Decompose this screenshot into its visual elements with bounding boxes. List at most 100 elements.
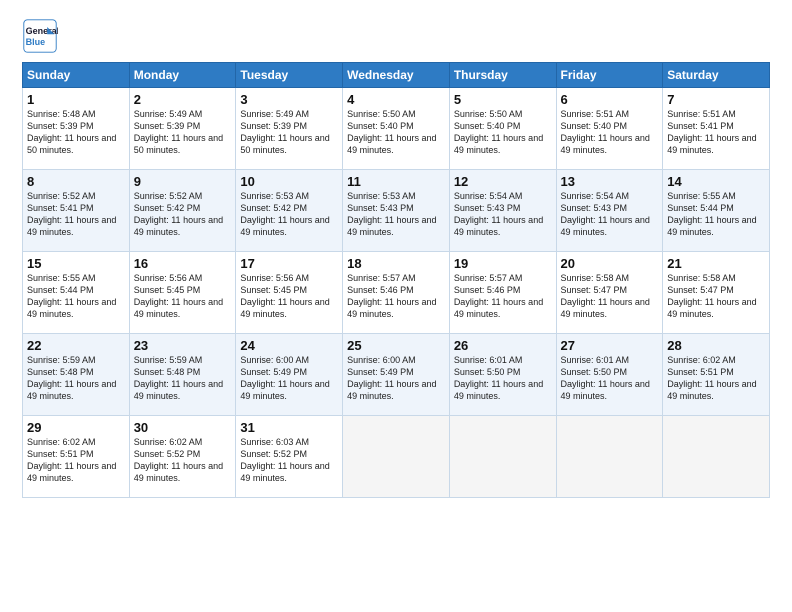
day-info: Sunrise: 5:56 AMSunset: 5:45 PMDaylight:… [240,273,329,319]
day-cell: 6 Sunrise: 5:51 AMSunset: 5:40 PMDayligh… [556,88,663,170]
day-number: 28 [667,338,765,353]
day-info: Sunrise: 5:51 AMSunset: 5:41 PMDaylight:… [667,109,756,155]
day-info: Sunrise: 5:49 AMSunset: 5:39 PMDaylight:… [240,109,329,155]
col-header-sunday: Sunday [23,63,130,88]
day-info: Sunrise: 5:52 AMSunset: 5:41 PMDaylight:… [27,191,116,237]
day-info: Sunrise: 6:01 AMSunset: 5:50 PMDaylight:… [454,355,543,401]
day-info: Sunrise: 6:00 AMSunset: 5:49 PMDaylight:… [347,355,436,401]
day-info: Sunrise: 5:54 AMSunset: 5:43 PMDaylight:… [454,191,543,237]
day-number: 16 [134,256,232,271]
day-number: 27 [561,338,659,353]
week-row-5: 29 Sunrise: 6:02 AMSunset: 5:51 PMDaylig… [23,416,770,498]
day-cell: 29 Sunrise: 6:02 AMSunset: 5:51 PMDaylig… [23,416,130,498]
day-cell: 5 Sunrise: 5:50 AMSunset: 5:40 PMDayligh… [449,88,556,170]
day-cell: 26 Sunrise: 6:01 AMSunset: 5:50 PMDaylig… [449,334,556,416]
day-number: 11 [347,174,445,189]
header: General Blue [22,18,770,54]
day-cell: 20 Sunrise: 5:58 AMSunset: 5:47 PMDaylig… [556,252,663,334]
day-info: Sunrise: 5:52 AMSunset: 5:42 PMDaylight:… [134,191,223,237]
day-cell: 13 Sunrise: 5:54 AMSunset: 5:43 PMDaylig… [556,170,663,252]
day-info: Sunrise: 5:59 AMSunset: 5:48 PMDaylight:… [134,355,223,401]
day-number: 3 [240,92,338,107]
day-cell: 22 Sunrise: 5:59 AMSunset: 5:48 PMDaylig… [23,334,130,416]
day-cell: 17 Sunrise: 5:56 AMSunset: 5:45 PMDaylig… [236,252,343,334]
day-cell: 24 Sunrise: 6:00 AMSunset: 5:49 PMDaylig… [236,334,343,416]
day-info: Sunrise: 5:56 AMSunset: 5:45 PMDaylight:… [134,273,223,319]
logo-icon: General Blue [22,18,58,54]
day-number: 19 [454,256,552,271]
day-cell: 1 Sunrise: 5:48 AMSunset: 5:39 PMDayligh… [23,88,130,170]
logo: General Blue [22,18,58,54]
day-info: Sunrise: 5:55 AMSunset: 5:44 PMDaylight:… [667,191,756,237]
day-number: 31 [240,420,338,435]
day-number: 5 [454,92,552,107]
day-cell: 19 Sunrise: 5:57 AMSunset: 5:46 PMDaylig… [449,252,556,334]
day-number: 17 [240,256,338,271]
day-cell: 10 Sunrise: 5:53 AMSunset: 5:42 PMDaylig… [236,170,343,252]
week-row-1: 1 Sunrise: 5:48 AMSunset: 5:39 PMDayligh… [23,88,770,170]
day-number: 24 [240,338,338,353]
col-header-monday: Monday [129,63,236,88]
day-number: 20 [561,256,659,271]
svg-text:Blue: Blue [26,37,46,47]
day-cell [449,416,556,498]
day-cell: 7 Sunrise: 5:51 AMSunset: 5:41 PMDayligh… [663,88,770,170]
day-info: Sunrise: 5:48 AMSunset: 5:39 PMDaylight:… [27,109,116,155]
day-cell: 28 Sunrise: 6:02 AMSunset: 5:51 PMDaylig… [663,334,770,416]
day-info: Sunrise: 5:50 AMSunset: 5:40 PMDaylight:… [347,109,436,155]
day-info: Sunrise: 6:03 AMSunset: 5:52 PMDaylight:… [240,437,329,483]
day-cell: 12 Sunrise: 5:54 AMSunset: 5:43 PMDaylig… [449,170,556,252]
day-number: 25 [347,338,445,353]
day-number: 18 [347,256,445,271]
day-info: Sunrise: 6:00 AMSunset: 5:49 PMDaylight:… [240,355,329,401]
week-row-4: 22 Sunrise: 5:59 AMSunset: 5:48 PMDaylig… [23,334,770,416]
week-row-2: 8 Sunrise: 5:52 AMSunset: 5:41 PMDayligh… [23,170,770,252]
day-info: Sunrise: 6:02 AMSunset: 5:51 PMDaylight:… [667,355,756,401]
day-info: Sunrise: 5:50 AMSunset: 5:40 PMDaylight:… [454,109,543,155]
week-row-3: 15 Sunrise: 5:55 AMSunset: 5:44 PMDaylig… [23,252,770,334]
page: General Blue SundayMondayTuesdayWednesda… [0,0,792,612]
col-header-saturday: Saturday [663,63,770,88]
day-number: 13 [561,174,659,189]
day-info: Sunrise: 6:01 AMSunset: 5:50 PMDaylight:… [561,355,650,401]
day-cell: 31 Sunrise: 6:03 AMSunset: 5:52 PMDaylig… [236,416,343,498]
day-cell: 9 Sunrise: 5:52 AMSunset: 5:42 PMDayligh… [129,170,236,252]
day-cell: 25 Sunrise: 6:00 AMSunset: 5:49 PMDaylig… [343,334,450,416]
day-number: 30 [134,420,232,435]
day-number: 29 [27,420,125,435]
day-cell: 8 Sunrise: 5:52 AMSunset: 5:41 PMDayligh… [23,170,130,252]
col-header-tuesday: Tuesday [236,63,343,88]
day-cell: 21 Sunrise: 5:58 AMSunset: 5:47 PMDaylig… [663,252,770,334]
day-info: Sunrise: 5:49 AMSunset: 5:39 PMDaylight:… [134,109,223,155]
day-cell: 14 Sunrise: 5:55 AMSunset: 5:44 PMDaylig… [663,170,770,252]
day-info: Sunrise: 5:59 AMSunset: 5:48 PMDaylight:… [27,355,116,401]
svg-text:General: General [26,26,58,36]
day-cell: 11 Sunrise: 5:53 AMSunset: 5:43 PMDaylig… [343,170,450,252]
day-number: 9 [134,174,232,189]
day-cell: 3 Sunrise: 5:49 AMSunset: 5:39 PMDayligh… [236,88,343,170]
day-number: 8 [27,174,125,189]
day-cell: 27 Sunrise: 6:01 AMSunset: 5:50 PMDaylig… [556,334,663,416]
day-number: 15 [27,256,125,271]
day-info: Sunrise: 5:51 AMSunset: 5:40 PMDaylight:… [561,109,650,155]
calendar-table: SundayMondayTuesdayWednesdayThursdayFrid… [22,62,770,498]
day-cell [343,416,450,498]
day-number: 26 [454,338,552,353]
day-number: 4 [347,92,445,107]
day-cell: 15 Sunrise: 5:55 AMSunset: 5:44 PMDaylig… [23,252,130,334]
day-info: Sunrise: 5:57 AMSunset: 5:46 PMDaylight:… [347,273,436,319]
header-row: SundayMondayTuesdayWednesdayThursdayFrid… [23,63,770,88]
day-info: Sunrise: 5:54 AMSunset: 5:43 PMDaylight:… [561,191,650,237]
day-number: 21 [667,256,765,271]
day-cell [556,416,663,498]
day-cell [663,416,770,498]
day-info: Sunrise: 5:53 AMSunset: 5:42 PMDaylight:… [240,191,329,237]
day-info: Sunrise: 6:02 AMSunset: 5:52 PMDaylight:… [134,437,223,483]
col-header-wednesday: Wednesday [343,63,450,88]
day-cell: 2 Sunrise: 5:49 AMSunset: 5:39 PMDayligh… [129,88,236,170]
day-info: Sunrise: 5:58 AMSunset: 5:47 PMDaylight:… [561,273,650,319]
day-number: 7 [667,92,765,107]
day-info: Sunrise: 5:53 AMSunset: 5:43 PMDaylight:… [347,191,436,237]
day-number: 14 [667,174,765,189]
day-number: 12 [454,174,552,189]
